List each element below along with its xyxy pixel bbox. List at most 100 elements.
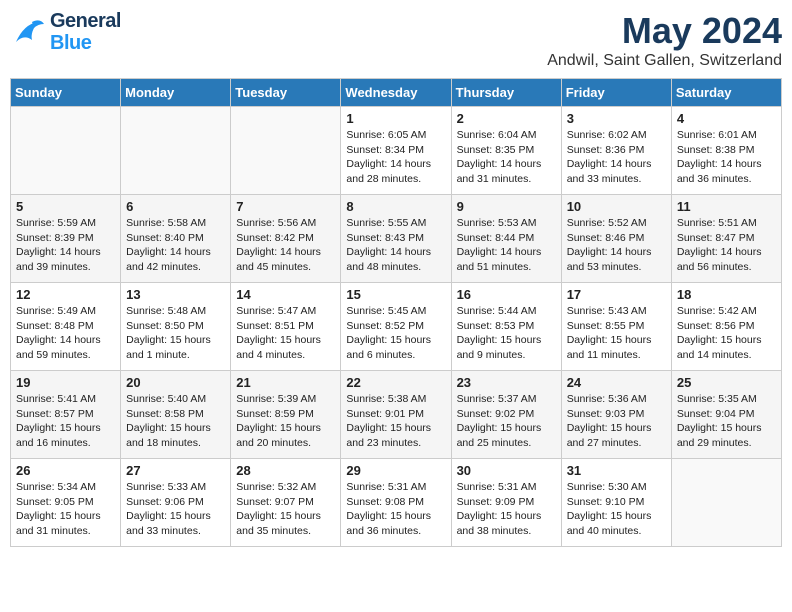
cell-content: Sunrise: 5:36 AMSunset: 9:03 PMDaylight:… [567, 392, 666, 451]
calendar-cell: 3 Sunrise: 6:02 AMSunset: 8:36 PMDaylight… [561, 107, 671, 195]
cell-content: Sunrise: 5:34 AMSunset: 9:05 PMDaylight:… [16, 480, 115, 539]
day-number: 29 [346, 463, 445, 478]
cell-content: Sunrise: 5:39 AMSunset: 8:59 PMDaylight:… [236, 392, 335, 451]
day-number: 4 [677, 111, 776, 126]
cell-content: Sunrise: 5:42 AMSunset: 8:56 PMDaylight:… [677, 304, 776, 363]
cell-content: Sunrise: 6:01 AMSunset: 8:38 PMDaylight:… [677, 128, 776, 187]
day-number: 7 [236, 199, 335, 214]
cell-content: Sunrise: 5:44 AMSunset: 8:53 PMDaylight:… [457, 304, 556, 363]
calendar-cell: 2 Sunrise: 6:04 AMSunset: 8:35 PMDaylight… [451, 107, 561, 195]
day-number: 25 [677, 375, 776, 390]
header-wednesday: Wednesday [341, 79, 451, 107]
cell-content: Sunrise: 5:40 AMSunset: 8:58 PMDaylight:… [126, 392, 225, 451]
cell-content: Sunrise: 6:02 AMSunset: 8:36 PMDaylight:… [567, 128, 666, 187]
cell-content: Sunrise: 5:55 AMSunset: 8:43 PMDaylight:… [346, 216, 445, 275]
cell-content: Sunrise: 5:56 AMSunset: 8:42 PMDaylight:… [236, 216, 335, 275]
cell-content: Sunrise: 5:58 AMSunset: 8:40 PMDaylight:… [126, 216, 225, 275]
logo-bird-icon [10, 14, 46, 50]
cell-content: Sunrise: 5:31 AMSunset: 9:09 PMDaylight:… [457, 480, 556, 539]
day-number: 27 [126, 463, 225, 478]
calendar-cell [231, 107, 341, 195]
day-number: 15 [346, 287, 445, 302]
day-number: 23 [457, 375, 556, 390]
day-number: 17 [567, 287, 666, 302]
calendar-cell: 17 Sunrise: 5:43 AMSunset: 8:55 PMDayligh… [561, 283, 671, 371]
calendar-cell [671, 459, 781, 547]
header-friday: Friday [561, 79, 671, 107]
calendar-cell: 24 Sunrise: 5:36 AMSunset: 9:03 PMDayligh… [561, 371, 671, 459]
calendar-week-row: 12Sunrise: 5:49 AMSunset: 8:48 PMDayligh… [11, 283, 782, 371]
calendar-cell: 23Sunrise: 5:37 AMSunset: 9:02 PMDayligh… [451, 371, 561, 459]
day-number: 16 [457, 287, 556, 302]
header-sunday: Sunday [11, 79, 121, 107]
calendar-cell: 27 Sunrise: 5:33 AMSunset: 9:06 PMDayligh… [121, 459, 231, 547]
day-number: 8 [346, 199, 445, 214]
calendar-cell: 4 Sunrise: 6:01 AMSunset: 8:38 PMDaylight… [671, 107, 781, 195]
day-number: 21 [236, 375, 335, 390]
calendar-week-row: 19 Sunrise: 5:41 AMSunset: 8:57 PMDayligh… [11, 371, 782, 459]
calendar-cell: 31 Sunrise: 5:30 AMSunset: 9:10 PMDayligh… [561, 459, 671, 547]
day-number: 26 [16, 463, 115, 478]
calendar-week-row: 1Sunrise: 6:05 AMSunset: 8:34 PMDaylight… [11, 107, 782, 195]
calendar-week-row: 5Sunrise: 5:59 AMSunset: 8:39 PMDaylight… [11, 195, 782, 283]
day-number: 14 [236, 287, 335, 302]
cell-content: Sunrise: 6:05 AMSunset: 8:34 PMDaylight:… [346, 128, 445, 187]
cell-content: Sunrise: 5:47 AMSunset: 8:51 PMDaylight:… [236, 304, 335, 363]
day-number: 18 [677, 287, 776, 302]
day-number: 24 [567, 375, 666, 390]
calendar-cell: 8 Sunrise: 5:55 AMSunset: 8:43 PMDaylight… [341, 195, 451, 283]
cell-content: Sunrise: 5:30 AMSunset: 9:10 PMDaylight:… [567, 480, 666, 539]
day-number: 5 [16, 199, 115, 214]
day-number: 19 [16, 375, 115, 390]
day-number: 10 [567, 199, 666, 214]
calendar-cell: 18 Sunrise: 5:42 AMSunset: 8:56 PMDayligh… [671, 283, 781, 371]
cell-content: Sunrise: 5:33 AMSunset: 9:06 PMDaylight:… [126, 480, 225, 539]
calendar-cell [121, 107, 231, 195]
logo-general-text: General [50, 10, 121, 33]
logo-blue-text: Blue [50, 33, 91, 53]
month-title: May 2024 [547, 10, 782, 52]
day-number: 22 [346, 375, 445, 390]
calendar-cell [11, 107, 121, 195]
header-thursday: Thursday [451, 79, 561, 107]
calendar-cell: 9 Sunrise: 5:53 AMSunset: 8:44 PMDaylight… [451, 195, 561, 283]
calendar-cell: 15Sunrise: 5:45 AMSunset: 8:52 PMDayligh… [341, 283, 451, 371]
cell-content: Sunrise: 5:52 AMSunset: 8:46 PMDaylight:… [567, 216, 666, 275]
calendar-cell: 28Sunrise: 5:32 AMSunset: 9:07 PMDayligh… [231, 459, 341, 547]
cell-content: Sunrise: 5:53 AMSunset: 8:44 PMDaylight:… [457, 216, 556, 275]
calendar-title-area: May 2024 Andwil, Saint Gallen, Switzerla… [547, 10, 782, 70]
calendar-cell: 29 Sunrise: 5:31 AMSunset: 9:08 PMDayligh… [341, 459, 451, 547]
day-number: 9 [457, 199, 556, 214]
calendar-table: SundayMondayTuesdayWednesdayThursdayFrid… [10, 78, 782, 547]
day-number: 3 [567, 111, 666, 126]
location-title: Andwil, Saint Gallen, Switzerland [547, 52, 782, 70]
day-number: 20 [126, 375, 225, 390]
calendar-cell: 26 Sunrise: 5:34 AMSunset: 9:05 PMDayligh… [11, 459, 121, 547]
cell-content: Sunrise: 5:31 AMSunset: 9:08 PMDaylight:… [346, 480, 445, 539]
page-header: General Blue May 2024 Andwil, Saint Gall… [10, 10, 782, 70]
calendar-cell: 10 Sunrise: 5:52 AMSunset: 8:46 PMDayligh… [561, 195, 671, 283]
calendar-cell: 16 Sunrise: 5:44 AMSunset: 8:53 PMDayligh… [451, 283, 561, 371]
cell-content: Sunrise: 6:04 AMSunset: 8:35 PMDaylight:… [457, 128, 556, 187]
day-number: 2 [457, 111, 556, 126]
calendar-cell: 6Sunrise: 5:58 AMSunset: 8:40 PMDaylight… [121, 195, 231, 283]
cell-content: Sunrise: 5:51 AMSunset: 8:47 PMDaylight:… [677, 216, 776, 275]
calendar-cell: 20 Sunrise: 5:40 AMSunset: 8:58 PMDayligh… [121, 371, 231, 459]
cell-content: Sunrise: 5:48 AMSunset: 8:50 PMDaylight:… [126, 304, 225, 363]
day-number: 30 [457, 463, 556, 478]
header-monday: Monday [121, 79, 231, 107]
calendar-cell: 1Sunrise: 6:05 AMSunset: 8:34 PMDaylight… [341, 107, 451, 195]
calendar-cell: 13 Sunrise: 5:48 AMSunset: 8:50 PMDayligh… [121, 283, 231, 371]
calendar-week-row: 26 Sunrise: 5:34 AMSunset: 9:05 PMDayligh… [11, 459, 782, 547]
day-number: 31 [567, 463, 666, 478]
header-saturday: Saturday [671, 79, 781, 107]
cell-content: Sunrise: 5:43 AMSunset: 8:55 PMDaylight:… [567, 304, 666, 363]
logo: General Blue [10, 10, 121, 53]
calendar-cell: 21 Sunrise: 5:39 AMSunset: 8:59 PMDayligh… [231, 371, 341, 459]
calendar-cell: 11 Sunrise: 5:51 AMSunset: 8:47 PMDayligh… [671, 195, 781, 283]
day-number: 11 [677, 199, 776, 214]
day-number: 13 [126, 287, 225, 302]
calendar-cell: 19 Sunrise: 5:41 AMSunset: 8:57 PMDayligh… [11, 371, 121, 459]
day-number: 28 [236, 463, 335, 478]
cell-content: Sunrise: 5:41 AMSunset: 8:57 PMDaylight:… [16, 392, 115, 451]
